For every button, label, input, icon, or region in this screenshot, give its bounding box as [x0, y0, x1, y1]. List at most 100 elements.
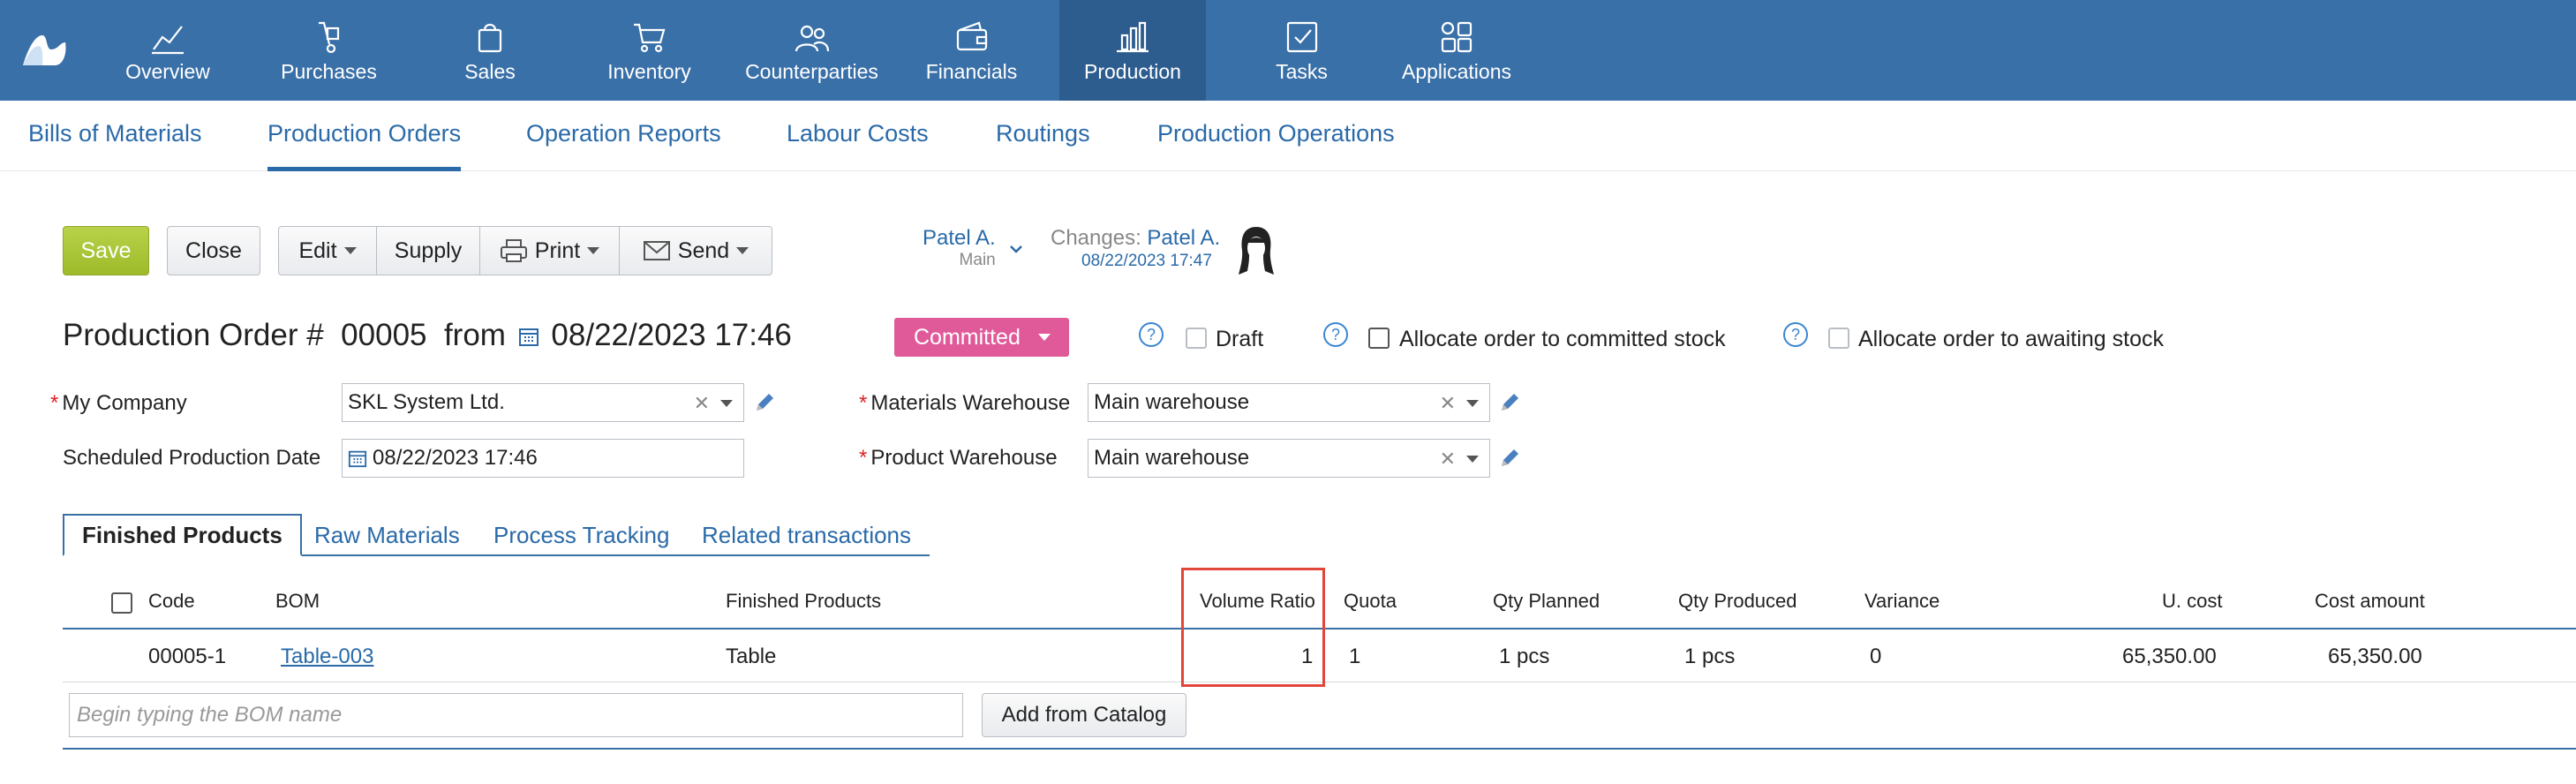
- draft-label: Draft: [1216, 327, 1264, 351]
- column-header-unit-cost[interactable]: U. cost: [2162, 590, 2222, 613]
- tab-finished-products[interactable]: Finished Products: [63, 514, 302, 556]
- column-header-bom[interactable]: BOM: [275, 590, 320, 613]
- clear-icon[interactable]: ✕: [1440, 392, 1456, 415]
- chevron-down-icon: [1037, 334, 1051, 341]
- cell-bom-link[interactable]: Table-003: [281, 645, 373, 669]
- cell-unit-cost[interactable]: 65,350.00: [2122, 645, 2217, 669]
- table-bottom-divider: [63, 748, 2576, 750]
- owner-selector[interactable]: Patel A. Main: [923, 226, 996, 270]
- cell-variance[interactable]: 0: [1870, 645, 1881, 669]
- edit-pencil-icon[interactable]: [753, 391, 776, 414]
- column-header-finished-products[interactable]: Finished Products: [726, 590, 881, 613]
- save-button[interactable]: Save: [63, 226, 149, 275]
- add-from-catalog-button[interactable]: Add from Catalog: [982, 693, 1186, 737]
- chevron-down-icon: [343, 247, 357, 254]
- nav-purchases[interactable]: Purchases: [278, 0, 380, 101]
- apps-icon: [1441, 21, 1473, 52]
- materials-warehouse-field[interactable]: Main warehouse ✕: [1088, 383, 1490, 422]
- subtab-bills-of-materials[interactable]: Bills of Materials: [28, 120, 202, 171]
- help-icon[interactable]: ?: [1323, 322, 1348, 347]
- order-number: 00005: [341, 318, 427, 352]
- print-button[interactable]: Print: [480, 227, 620, 275]
- select-all-checkbox[interactable]: [111, 592, 132, 614]
- hand-truck-icon: [318, 21, 339, 53]
- chevron-down-icon[interactable]: [720, 400, 733, 407]
- chevron-down-icon[interactable]: [1466, 456, 1479, 463]
- subtab-routings[interactable]: Routings: [996, 120, 1090, 171]
- clear-icon[interactable]: ✕: [694, 392, 710, 415]
- cell-cost-amount[interactable]: 65,350.00: [2328, 645, 2422, 669]
- chart-line-icon: [152, 25, 184, 54]
- subtab-operation-reports[interactable]: Operation Reports: [526, 120, 721, 171]
- scheduled-date-field[interactable]: 08/22/2023 17:46: [342, 439, 744, 478]
- allocate-awaiting-checkbox[interactable]: [1828, 328, 1849, 349]
- nav-counterparties[interactable]: Counterparties: [743, 0, 880, 101]
- app-logo-icon[interactable]: [19, 30, 69, 69]
- chevron-down-icon[interactable]: [1466, 400, 1479, 407]
- nav-inventory[interactable]: Inventory: [607, 0, 691, 101]
- nav-sales[interactable]: Sales: [459, 0, 521, 101]
- product-warehouse-field[interactable]: Main warehouse ✕: [1088, 439, 1490, 478]
- changes-info: Changes: Patel A.: [1051, 226, 1221, 250]
- tab-process-tracking[interactable]: Process Tracking: [493, 514, 669, 556]
- cell-code[interactable]: 00005-1: [148, 645, 226, 669]
- document-title: Production Order # 00005 from 08/22/2023…: [63, 318, 792, 352]
- chevron-down-icon: [587, 247, 600, 254]
- help-icon[interactable]: ?: [1139, 322, 1164, 347]
- nav-overview[interactable]: Overview: [124, 0, 212, 101]
- cell-qty-produced[interactable]: 1 pcs: [1684, 645, 1735, 669]
- column-header-qty-planned[interactable]: Qty Planned: [1493, 590, 1600, 613]
- document-tabs: Finished Products Raw Materials Process …: [63, 514, 930, 556]
- calendar-icon[interactable]: [348, 449, 367, 468]
- action-button-group: Edit Supply Print Send: [278, 226, 772, 275]
- supply-button[interactable]: Supply: [377, 227, 480, 275]
- bom-search-input[interactable]: Begin typing the BOM name: [69, 693, 963, 737]
- clear-icon[interactable]: ✕: [1440, 448, 1456, 471]
- column-header-qty-produced[interactable]: Qty Produced: [1678, 590, 1797, 613]
- subtab-labour-costs[interactable]: Labour Costs: [787, 120, 929, 171]
- shopping-bag-icon: [478, 23, 502, 52]
- owner-name: Patel A.: [923, 226, 996, 250]
- order-datetime[interactable]: 08/22/2023 17:46: [551, 318, 791, 352]
- cell-finished-product[interactable]: Table: [726, 645, 776, 669]
- checkbox-icon: [1286, 21, 1317, 52]
- wallet-icon: [956, 21, 987, 50]
- calendar-icon[interactable]: [518, 326, 539, 347]
- changes-author[interactable]: Patel A.: [1147, 226, 1220, 250]
- avatar[interactable]: [1235, 223, 1277, 278]
- column-header-variance[interactable]: Variance: [1864, 590, 1940, 613]
- nav-tasks[interactable]: Tasks: [1264, 0, 1339, 101]
- column-header-cost-amount[interactable]: Cost amount: [2315, 590, 2425, 613]
- materials-warehouse-label: * Materials Warehouse: [859, 391, 1071, 415]
- nav-financials[interactable]: Financials: [925, 0, 1018, 101]
- tab-raw-materials[interactable]: Raw Materials: [314, 514, 460, 556]
- send-button[interactable]: Send: [620, 227, 772, 275]
- company-field[interactable]: SKL System Ltd. ✕: [342, 383, 744, 422]
- owner-department: Main: [959, 251, 996, 269]
- chevron-down-icon[interactable]: [1009, 244, 1023, 254]
- edit-button[interactable]: Edit: [279, 227, 377, 275]
- column-header-code[interactable]: Code: [148, 590, 195, 613]
- sub-navigation: Bills of Materials Production Orders Ope…: [0, 101, 2576, 171]
- subtab-production-orders[interactable]: Production Orders: [267, 120, 462, 171]
- draft-checkbox[interactable]: [1186, 328, 1207, 349]
- tab-related-transactions[interactable]: Related transactions: [702, 514, 911, 556]
- top-navigation: Overview Purchases Sales Inventory Count…: [0, 0, 2576, 101]
- help-icon[interactable]: ?: [1783, 322, 1808, 347]
- envelope-icon: [643, 241, 670, 260]
- status-dropdown[interactable]: Committed: [894, 318, 1069, 357]
- cell-quota[interactable]: 1: [1349, 645, 1360, 669]
- edit-pencil-icon[interactable]: [1498, 447, 1521, 470]
- chevron-down-icon: [736, 247, 749, 254]
- allocate-awaiting-label: Allocate order to awaiting stock: [1858, 327, 2165, 351]
- cell-qty-planned[interactable]: 1 pcs: [1499, 645, 1549, 669]
- subtab-production-operations[interactable]: Production Operations: [1157, 120, 1395, 171]
- product-warehouse-label: * Product Warehouse: [859, 446, 1058, 470]
- changes-date: 08/22/2023 17:47: [1081, 252, 1212, 270]
- close-button[interactable]: Close: [167, 226, 260, 275]
- nav-applications[interactable]: Applications: [1399, 0, 1514, 101]
- edit-pencil-icon[interactable]: [1498, 391, 1521, 414]
- column-header-quota[interactable]: Quota: [1344, 590, 1397, 613]
- allocate-committed-checkbox[interactable]: [1368, 328, 1390, 349]
- nav-production[interactable]: Production: [1059, 0, 1206, 101]
